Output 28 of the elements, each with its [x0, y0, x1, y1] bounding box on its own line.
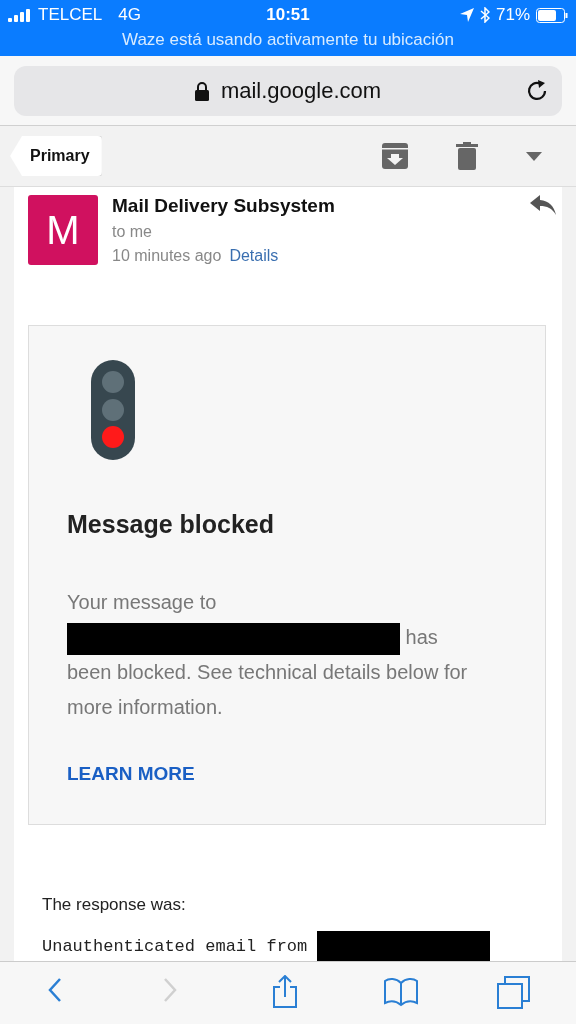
response-code-text: Unauthenticated email from: [42, 936, 308, 956]
archive-icon[interactable]: [382, 143, 408, 169]
bluetooth-icon: [480, 7, 490, 23]
carrier-name: TELCEL: [38, 5, 103, 25]
notice-title: Message blocked: [67, 510, 276, 539]
back-to-primary-button[interactable]: Primary: [10, 136, 102, 176]
signal-icon: [8, 8, 32, 22]
trash-icon[interactable]: [456, 142, 478, 170]
message-time: 10 minutes ago: [112, 247, 222, 265]
battery-percent: 71%: [496, 5, 530, 25]
notice-text: Your message to has been blocked. See technical details below for more information.: [67, 590, 469, 720]
recipient-text: to me: [112, 223, 153, 241]
details-link[interactable]: Details: [229, 247, 279, 265]
battery-icon: [536, 7, 568, 23]
location-banner[interactable]: Waze está usando activamente tu ubicación: [8, 30, 568, 50]
response-label: The response was:: [42, 895, 187, 915]
network-type: 4G: [118, 5, 141, 25]
tabs-icon[interactable]: [495, 975, 532, 1011]
reply-icon[interactable]: [530, 195, 556, 215]
learn-more-link[interactable]: LEARN MORE: [67, 763, 195, 785]
address-bar[interactable]: mail.google.com: [14, 65, 562, 116]
traffic-light-icon: [91, 360, 135, 460]
location-arrow-icon: [460, 8, 474, 22]
lock-icon: [194, 80, 209, 101]
sender-avatar: M: [28, 195, 98, 265]
dropdown-caret-icon[interactable]: [526, 151, 542, 161]
sender-name: Mail Delivery Subsystem: [112, 195, 335, 217]
clock: 10:51: [266, 5, 310, 25]
